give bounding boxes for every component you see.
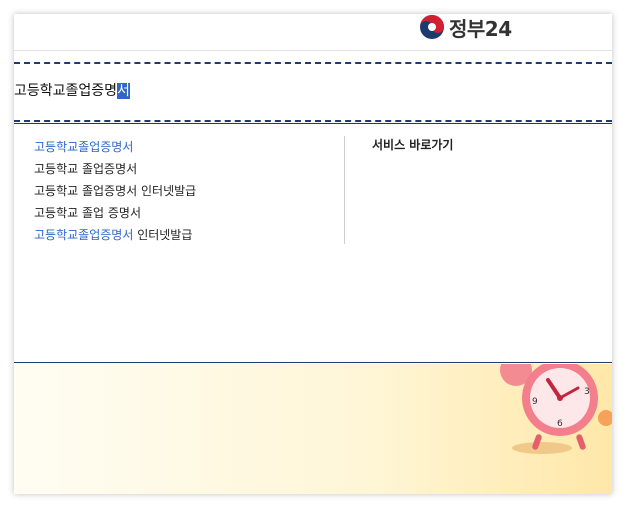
suggestion-text: 고등학교 졸업증명서 — [34, 162, 138, 176]
gov24-logo[interactable]: 정부24 — [419, 14, 512, 41]
taegeuk-icon — [420, 15, 444, 39]
svg-text:9: 9 — [532, 397, 538, 407]
suggestion-item[interactable]: 고등학교 졸업증명서 인터넷발급 — [34, 180, 196, 202]
search-area: 고등학교졸업증명서 — [14, 62, 612, 122]
alarm-clock-illustration: 3 9 6 — [500, 364, 612, 454]
suggestion-item[interactable]: 고등학교졸업증명서 — [34, 136, 196, 158]
suggestion-text: 고등학교 졸업증명서 인터넷발급 — [34, 184, 197, 198]
suggestion-highlight: 고등학교졸업증명서 — [34, 140, 134, 154]
promo-banner[interactable]: 3 9 6 — [14, 364, 612, 494]
search-input[interactable]: 고등학교졸업증명서 — [14, 80, 130, 100]
header: 정부24 — [14, 14, 612, 51]
service-shortcut-title: 서비스 바로가기 — [372, 138, 454, 152]
column-divider — [344, 136, 345, 244]
svg-text:3: 3 — [584, 387, 590, 397]
banner-divider — [14, 362, 612, 363]
search-input-text: 고등학교졸업증명 — [14, 83, 118, 99]
svg-text:6: 6 — [557, 419, 563, 429]
search-input-selected-text: 서 — [117, 83, 130, 99]
suggestion-text: 고등학교 졸업 증명서 — [34, 206, 141, 220]
suggestion-item[interactable]: 고등학교졸업증명서 인터넷발급 — [34, 224, 196, 246]
suggestion-item[interactable]: 고등학교 졸업 증명서 — [34, 202, 196, 224]
suggestion-item[interactable]: 고등학교 졸업증명서 — [34, 158, 196, 180]
suggestion-highlight: 고등학교졸업증명서 — [34, 228, 134, 242]
logo-text: 정부24 — [449, 16, 512, 41]
suggestion-list: 고등학교졸업증명서 고등학교 졸업증명서 고등학교 졸업증명서 인터넷발급 고등… — [34, 136, 196, 246]
divider — [14, 123, 612, 124]
autocomplete-popup: 정부24 고등학교졸업증명서 고등학교졸업증명서 고등학교 졸업증명서 고등학교… — [14, 14, 612, 494]
suggestion-text: 인터넷발급 — [133, 228, 193, 242]
